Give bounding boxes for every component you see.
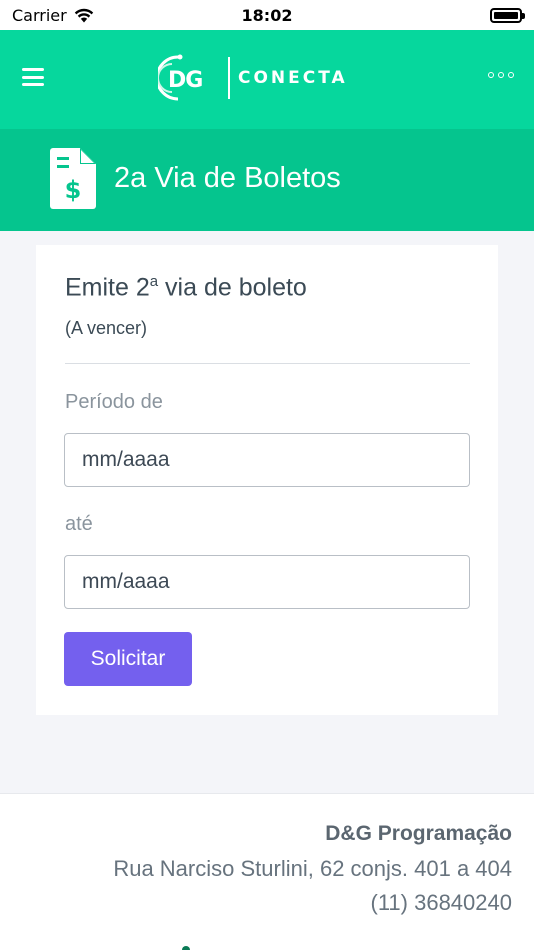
svg-text:$: $ (65, 176, 82, 204)
form-title: Emite 2a via de boleto (65, 273, 307, 302)
footer-phone: (11) 36840240 (370, 890, 513, 915)
solicitar-button[interactable]: Solicitar (64, 632, 192, 686)
period-to-label: até (65, 513, 93, 535)
footer-company: D&G Programação (325, 822, 512, 845)
wifi-icon (74, 8, 93, 22)
period-from-label: Período de (65, 391, 163, 413)
battery-fill (494, 11, 518, 19)
form-subtitle: (A vencer) (65, 318, 148, 338)
battery-icon (490, 7, 525, 23)
svg-text:DG: DG (168, 68, 202, 93)
form-divider (65, 363, 470, 364)
logo-divider (228, 57, 230, 99)
logo: DG CONECTA (158, 52, 348, 104)
carrier-label: Carrier (12, 5, 67, 25)
footer-indicator (182, 946, 190, 950)
page-title: 2a Via de Boletos (114, 162, 341, 194)
period-from-input[interactable] (64, 433, 470, 487)
period-to-input[interactable] (64, 555, 470, 609)
page-header: $ 2a Via de Boletos (0, 129, 534, 231)
status-bar: Carrier 18:02 (0, 0, 534, 30)
invoice-dollar-icon: $ (50, 148, 96, 209)
footer-address: Rua Narciso Sturlini, 62 conjs. 401 a 40… (113, 856, 512, 881)
boleto-form-card: Emite 2a via de boleto (A vencer) Períod… (36, 245, 498, 715)
hamburger-icon[interactable] (22, 68, 44, 86)
footer: D&G Programação Rua Narciso Sturlini, 62… (0, 793, 534, 950)
more-dots-icon[interactable] (488, 72, 514, 78)
status-left: Carrier (12, 6, 94, 25)
app-bar: DG CONECTA (0, 30, 534, 129)
logo-text: CONECTA (238, 68, 348, 88)
dg-logo-icon: DG (158, 54, 203, 101)
